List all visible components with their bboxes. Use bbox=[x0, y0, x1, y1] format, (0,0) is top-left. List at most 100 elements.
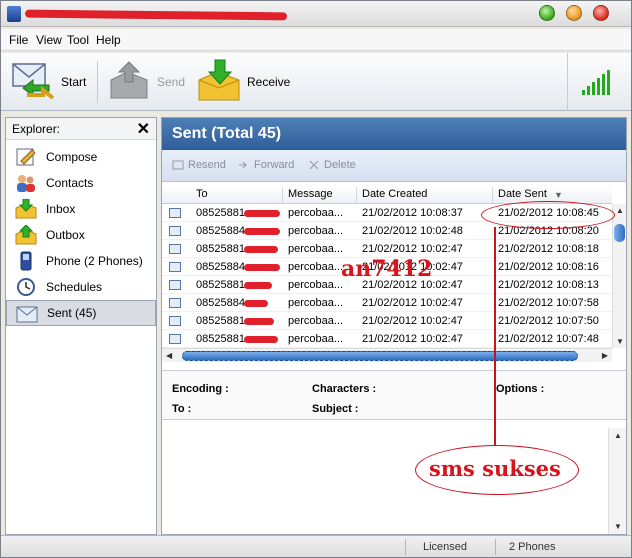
nav-item-contacts[interactable]: Contacts bbox=[6, 170, 156, 196]
delete-label: Delete bbox=[324, 159, 356, 171]
close-button[interactable] bbox=[593, 5, 609, 21]
vertical-scrollbar[interactable]: ▲ ▼ bbox=[612, 204, 626, 348]
redaction-mark bbox=[244, 300, 268, 307]
signal-bar bbox=[602, 74, 605, 95]
message-icon bbox=[169, 280, 181, 290]
compose-icon bbox=[16, 148, 36, 166]
nav-item-inbox[interactable]: Inbox bbox=[6, 196, 156, 222]
nav-label: Outbox bbox=[46, 228, 85, 242]
nav-label: Compose bbox=[46, 150, 98, 164]
nav-item-outbox[interactable]: Outbox bbox=[6, 222, 156, 248]
callout-line bbox=[494, 227, 496, 445]
status-bar: Licensed 2 Phones bbox=[1, 535, 631, 557]
menu-view[interactable]: View bbox=[36, 33, 62, 47]
cell-date-created: 21/02/2012 10:08:37 bbox=[362, 207, 463, 219]
menu-bar: File View Tool Help bbox=[1, 29, 631, 51]
explorer-header: Explorer: ✕ bbox=[6, 118, 156, 140]
column-message[interactable]: Message bbox=[288, 188, 333, 200]
cell-date-created: 21/02/2012 10:02:47 bbox=[362, 315, 463, 327]
scroll-down-icon[interactable]: ▼ bbox=[616, 337, 624, 346]
sent-icon bbox=[16, 306, 38, 323]
nav-item-sent[interactable]: Sent (45) bbox=[6, 300, 156, 326]
clock-icon bbox=[17, 278, 35, 296]
send-button[interactable]: Send bbox=[105, 57, 185, 107]
phone-app-icon bbox=[7, 6, 21, 22]
column-date-created[interactable]: Date Created bbox=[362, 188, 427, 200]
panel-header: Sent (Total 45) bbox=[162, 118, 626, 150]
nav-item-schedules[interactable]: Schedules bbox=[6, 274, 156, 300]
scroll-up-icon[interactable]: ▲ bbox=[614, 431, 622, 440]
app-window: File View Tool Help Start Send Receive E… bbox=[0, 0, 632, 558]
scroll-left-icon[interactable]: ◀ bbox=[166, 351, 172, 360]
minimize-button[interactable] bbox=[539, 5, 555, 21]
cell-date-sent: 21/02/2012 10:08:18 bbox=[498, 243, 599, 255]
signal-bar bbox=[597, 78, 600, 95]
explorer-panel: Explorer: ✕ Compose Contacts Inbox Outbo… bbox=[5, 117, 157, 535]
redaction-mark bbox=[244, 264, 280, 271]
table-row[interactable]: 08525881 percobaa... 21/02/2012 10:02:47… bbox=[162, 312, 612, 330]
forward-button[interactable]: Forward bbox=[238, 159, 294, 171]
subject-label: Subject : bbox=[312, 403, 359, 415]
cell-to: 08525881 bbox=[196, 279, 245, 291]
nav-label: Sent (45) bbox=[47, 306, 97, 320]
close-icon[interactable]: ✕ bbox=[137, 119, 150, 139]
message-icon bbox=[169, 244, 181, 254]
cell-date-sent: 21/02/2012 10:07:50 bbox=[498, 315, 599, 327]
column-to[interactable]: To bbox=[196, 188, 208, 200]
cell-date-created: 21/02/2012 10:02:47 bbox=[362, 297, 463, 309]
nav-label: Phone (2 Phones) bbox=[46, 254, 143, 268]
scroll-down-icon[interactable]: ▼ bbox=[614, 522, 622, 531]
status-divider bbox=[495, 539, 496, 555]
cell-date-created: 21/02/2012 10:02:47 bbox=[362, 333, 463, 345]
cell-message: percobaa... bbox=[288, 207, 344, 219]
column-divider[interactable] bbox=[282, 187, 283, 203]
forward-icon bbox=[239, 161, 247, 169]
nav-label: Contacts bbox=[46, 176, 94, 190]
phone-count-status: 2 Phones bbox=[509, 541, 556, 553]
send-icon bbox=[105, 58, 153, 106]
nav-item-phone[interactable]: Phone (2 Phones) bbox=[6, 248, 156, 274]
message-icon bbox=[169, 226, 181, 236]
column-divider[interactable] bbox=[492, 187, 493, 203]
cell-message: percobaa... bbox=[288, 333, 344, 345]
start-button[interactable]: Start bbox=[9, 57, 86, 107]
cell-to: 08525881 bbox=[196, 333, 245, 345]
column-divider[interactable] bbox=[356, 187, 357, 203]
signal-bar bbox=[592, 82, 595, 95]
column-date-sent[interactable]: Date Sent bbox=[498, 188, 547, 200]
cell-date-sent: 21/02/2012 10:08:16 bbox=[498, 261, 599, 273]
receive-button[interactable]: Receive bbox=[195, 57, 290, 107]
scroll-thumb[interactable] bbox=[182, 351, 578, 361]
cell-to: 08525884 bbox=[196, 261, 245, 273]
toolbar: Start Send Receive bbox=[1, 53, 631, 111]
inbox-icon bbox=[15, 199, 37, 219]
redaction-mark bbox=[244, 246, 278, 253]
cell-to: 08525881 bbox=[196, 315, 245, 327]
cell-date-created: 21/02/2012 10:02:47 bbox=[362, 243, 463, 255]
cell-message: percobaa... bbox=[288, 279, 344, 291]
redaction-mark bbox=[244, 228, 280, 235]
resend-button[interactable]: Resend bbox=[172, 159, 226, 171]
menu-file[interactable]: File bbox=[9, 33, 28, 47]
to-label: To : bbox=[172, 403, 192, 415]
scroll-up-icon[interactable]: ▲ bbox=[616, 206, 624, 215]
cell-to: 08525884 bbox=[196, 297, 245, 309]
phone-icon bbox=[20, 251, 32, 271]
scroll-thumb[interactable] bbox=[614, 224, 625, 242]
nav-item-compose[interactable]: Compose bbox=[6, 144, 156, 170]
cell-message: percobaa... bbox=[288, 243, 344, 255]
menu-tool[interactable]: Tool bbox=[67, 33, 89, 47]
delete-button[interactable]: Delete bbox=[308, 159, 356, 171]
cell-message: percobaa... bbox=[288, 261, 344, 273]
table-row[interactable]: 08525881 percobaa... 21/02/2012 10:02:47… bbox=[162, 330, 612, 348]
horizontal-scrollbar[interactable]: ◀ ▶ bbox=[162, 348, 612, 362]
table-row[interactable]: 08525884 percobaa... 21/02/2012 10:02:47… bbox=[162, 294, 612, 312]
body-scrollbar[interactable]: ▲ ▼ bbox=[608, 428, 626, 534]
maximize-button[interactable] bbox=[566, 5, 582, 21]
menu-help[interactable]: Help bbox=[96, 33, 121, 47]
cell-message: percobaa... bbox=[288, 297, 344, 309]
highlight-ellipse bbox=[481, 201, 615, 229]
action-bar: Resend Forward Delete bbox=[162, 150, 626, 182]
scroll-right-icon[interactable]: ▶ bbox=[602, 351, 608, 360]
signal-bar bbox=[607, 70, 610, 95]
